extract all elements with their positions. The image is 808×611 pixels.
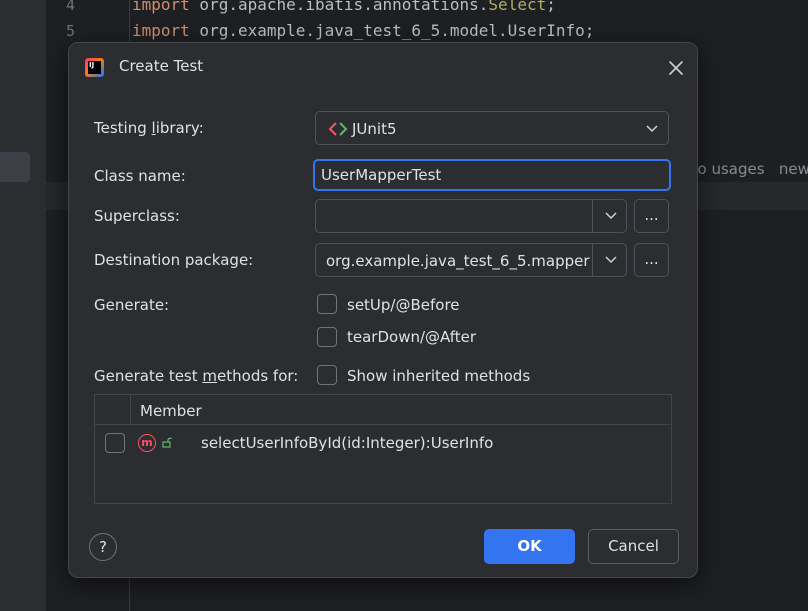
public-lock-icon <box>162 437 172 448</box>
close-icon[interactable] <box>665 57 687 79</box>
teardown-checkbox-label[interactable]: tearDown/@After <box>347 328 476 346</box>
generate-label: Generate: <box>94 296 170 314</box>
destination-package-select[interactable]: org.example.java_test_6_5.mapper <box>315 243 627 277</box>
show-inherited-label[interactable]: Show inherited methods <box>347 367 530 385</box>
setup-checkbox[interactable] <box>317 294 337 314</box>
show-inherited-checkbox[interactable] <box>317 365 337 385</box>
cancel-button[interactable]: Cancel <box>588 529 679 564</box>
destination-dropdown-button[interactable] <box>592 244 626 276</box>
create-test-dialog: IJ Create Test Testing library: JUnit5 C… <box>68 42 698 578</box>
junit-icon <box>328 122 348 136</box>
generate-methods-label: Generate test methods for: <box>94 367 299 385</box>
destination-package-value: org.example.java_test_6_5.mapper <box>326 252 590 270</box>
member-column-header[interactable]: Member <box>140 402 202 420</box>
testing-library-select[interactable]: JUnit5 <box>315 111 669 145</box>
code-keyword: import <box>132 0 190 14</box>
code-line-5: import org.example.java_test_6_5.model.U… <box>132 21 594 40</box>
destination-browse-button[interactable]: ... <box>634 243 669 277</box>
header-divider <box>130 395 131 425</box>
code-text: org.apache.ibatis.annotations. <box>189 0 489 14</box>
chevron-down-icon <box>605 212 617 220</box>
table-header: Member <box>95 395 671 425</box>
chevron-down-icon <box>605 256 617 264</box>
destination-package-label: Destination package: <box>94 251 254 269</box>
dialog-title: Create Test <box>119 57 204 75</box>
member-row-checkbox[interactable] <box>105 433 125 453</box>
code-text: org.example.java_test_6_5.model.UserInfo… <box>189 21 595 40</box>
superclass-dropdown-button[interactable] <box>592 200 626 232</box>
testing-library-value: JUnit5 <box>352 120 397 138</box>
superclass-label: Superclass: <box>94 207 180 225</box>
superclass-select[interactable] <box>315 199 627 233</box>
teardown-checkbox[interactable] <box>317 327 337 347</box>
code-annotation: Select <box>488 0 547 14</box>
method-icon: m <box>138 434 156 452</box>
member-row-label: selectUserInfoById(id:Integer):UserInfo <box>201 434 494 452</box>
testing-library-label: Testing library: <box>94 119 204 137</box>
code-text: ; <box>546 0 556 14</box>
help-button[interactable]: ? <box>89 533 117 561</box>
class-name-input[interactable] <box>313 159 671 191</box>
class-name-label: Class name: <box>94 167 186 185</box>
ide-tool-strip-selected[interactable] <box>0 152 30 182</box>
line-number: 4 <box>66 0 76 14</box>
dialog-title-bar: IJ Create Test <box>69 43 697 91</box>
line-number: 5 <box>66 22 76 40</box>
ide-tool-strip <box>0 0 46 611</box>
inlay-hint: no usages new <box>688 160 808 178</box>
ok-button[interactable]: OK <box>484 529 575 564</box>
superclass-browse-button[interactable]: ... <box>634 199 669 233</box>
code-keyword: import <box>132 21 190 40</box>
intellij-idea-icon: IJ <box>85 58 104 77</box>
chevron-down-icon <box>646 125 658 133</box>
members-table: Member m selectUserInfoById(id:Integer):… <box>94 394 672 504</box>
setup-checkbox-label[interactable]: setUp/@Before <box>347 296 460 314</box>
code-line-4: import org.apache.ibatis.annotations.Sel… <box>132 0 556 14</box>
